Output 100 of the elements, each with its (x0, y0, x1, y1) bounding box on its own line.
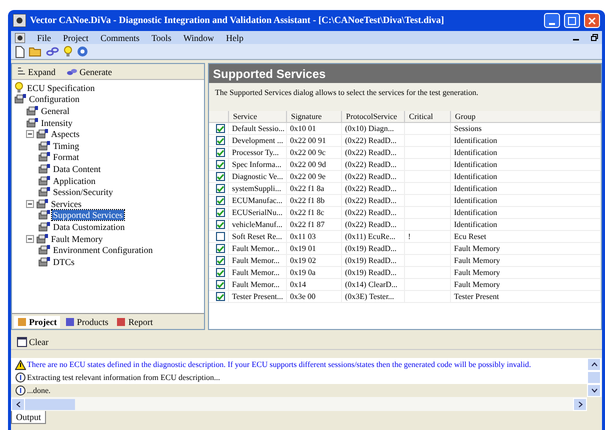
tree-item[interactable]: DTCs (52, 256, 76, 267)
table-cell: 0x10 01 (287, 123, 342, 135)
link-icon[interactable] (46, 46, 59, 57)
new-document-icon[interactable] (15, 46, 25, 58)
window-icon (17, 336, 27, 346)
table-cell: Tester Present... (229, 291, 287, 303)
collapse-icon[interactable] (26, 234, 34, 243)
tree-item[interactable]: Data Content (52, 164, 102, 174)
table-cell: ECUSerialNu... (229, 207, 287, 219)
tree-item[interactable]: Application (52, 176, 96, 186)
tree-item[interactable]: Intensity (40, 118, 74, 128)
folder-icon (36, 198, 48, 209)
tree-item[interactable]: General (40, 106, 70, 116)
close-button[interactable] (584, 13, 600, 28)
expand-button[interactable]: Expand (15, 66, 58, 76)
generate-button[interactable]: Generate (64, 66, 114, 76)
table-cell: Fault Memory (451, 243, 601, 255)
collapse-icon[interactable] (26, 130, 34, 138)
panel-tab[interactable]: Project (14, 316, 60, 328)
table-cell: (0x11) EcuRe... (342, 231, 405, 243)
tree-item[interactable]: Services (50, 198, 82, 209)
menu-item[interactable]: Help (226, 32, 244, 42)
checkbox[interactable] (216, 256, 224, 265)
panel-tab[interactable]: Report (113, 316, 156, 328)
minimize-button[interactable] (544, 13, 560, 28)
tree-item[interactable]: Data Customization (52, 222, 126, 232)
table-cell: Identification (451, 207, 601, 219)
table-cell: 0x14 (287, 279, 342, 291)
table-cell: 0x22 f1 87 (287, 219, 342, 231)
checkbox[interactable] (216, 160, 224, 169)
table-cell: 0x11 03 (287, 231, 342, 243)
table-cell: (0x19) ReadD... (342, 255, 405, 267)
folder-icon (36, 234, 48, 244)
checkbox[interactable] (216, 172, 224, 181)
table-cell: Fault Memor... (229, 279, 287, 291)
folder-icon (26, 118, 38, 128)
column-header[interactable]: Signature (287, 111, 342, 123)
table-cell: Development ... (229, 135, 287, 147)
table-cell: Fault Memor... (229, 255, 287, 267)
menu-item[interactable]: Project (63, 32, 89, 42)
table-cell: (0x10) Diagn... (342, 123, 405, 135)
folder-open-icon[interactable] (29, 46, 42, 57)
app-icon[interactable] (15, 32, 25, 42)
checkbox[interactable] (216, 148, 224, 157)
table-cell: Fault Memory (451, 279, 601, 291)
tab-icon (116, 316, 126, 326)
horizontal-scrollbar[interactable] (11, 397, 587, 411)
checkbox[interactable] (216, 268, 224, 277)
column-header[interactable]: Critical (405, 111, 451, 123)
app-icon (13, 14, 26, 27)
maximize-button[interactable] (564, 13, 580, 28)
column-header[interactable]: Service (229, 111, 287, 123)
checkbox[interactable] (216, 196, 224, 205)
tree-item[interactable]: Environment Configuration (52, 245, 154, 256)
table-cell: Identification (451, 135, 601, 147)
tree-item[interactable]: Session/Security (52, 187, 114, 198)
checkbox[interactable] (216, 208, 224, 217)
tree-item[interactable]: ECU Specification (26, 82, 96, 93)
table-cell: vehicleManuf... (229, 219, 287, 231)
tree-item[interactable]: Aspects (50, 129, 80, 140)
table-cell: Fault Memor... (229, 267, 287, 279)
table-cell: (0x22) ReadD... (342, 159, 405, 171)
checkbox[interactable] (216, 280, 224, 289)
folder-icon (38, 140, 50, 151)
scroll-thumb[interactable] (25, 398, 75, 410)
column-header[interactable]: Group (451, 111, 601, 123)
checkbox[interactable] (216, 124, 224, 133)
collapse-icon[interactable] (26, 200, 34, 208)
menu-item[interactable]: Tools (152, 32, 172, 42)
table-cell: (0x22) ReadD... (342, 207, 405, 219)
menu-item[interactable]: Window (183, 32, 214, 42)
checkbox[interactable] (216, 184, 224, 193)
table-cell: 0x22 f1 8b (287, 195, 342, 207)
checkbox[interactable] (216, 220, 224, 229)
table-cell (405, 123, 451, 135)
output-tab[interactable]: Output (11, 411, 46, 424)
table-cell: Identification (451, 219, 601, 231)
restore-icon[interactable] (591, 34, 598, 41)
menu-item[interactable]: Comments (100, 32, 140, 42)
tree-item[interactable]: Fault Memory (50, 234, 104, 244)
panel-tab[interactable]: Products (62, 316, 112, 328)
window-title: Vector CANoe.DiVa - Diagnostic Integration and Validation Assistant - [C:\CANoeTest\Diva\Test.diva] (30, 16, 446, 26)
checkbox[interactable] (216, 244, 224, 253)
table-cell: Identification (451, 171, 601, 183)
table-cell: 0x19 0a (287, 267, 342, 279)
checkbox[interactable] (216, 232, 224, 241)
column-header[interactable]: ProtocolService (342, 111, 405, 123)
log-message: There are no ECU states defined in the diagnostic description. If your ECU supports different sessions/states then the generated code will be possibly invalid. (27, 360, 531, 369)
tree-item[interactable]: Configuration (28, 94, 80, 104)
checkbox[interactable] (216, 136, 224, 145)
vertical-scrollbar[interactable] (587, 358, 602, 397)
table-cell: Identification (451, 159, 601, 171)
clear-button[interactable]: Clear (15, 336, 50, 346)
tree-item[interactable]: Format (52, 152, 80, 162)
tree-item[interactable]: Timing (52, 140, 80, 151)
tree-item[interactable]: Supported Services (52, 210, 124, 220)
table-cell: (0x22) ReadD... (342, 135, 405, 147)
link-icon (66, 68, 78, 76)
menu-item[interactable]: File (37, 32, 52, 42)
checkbox[interactable] (216, 292, 224, 301)
